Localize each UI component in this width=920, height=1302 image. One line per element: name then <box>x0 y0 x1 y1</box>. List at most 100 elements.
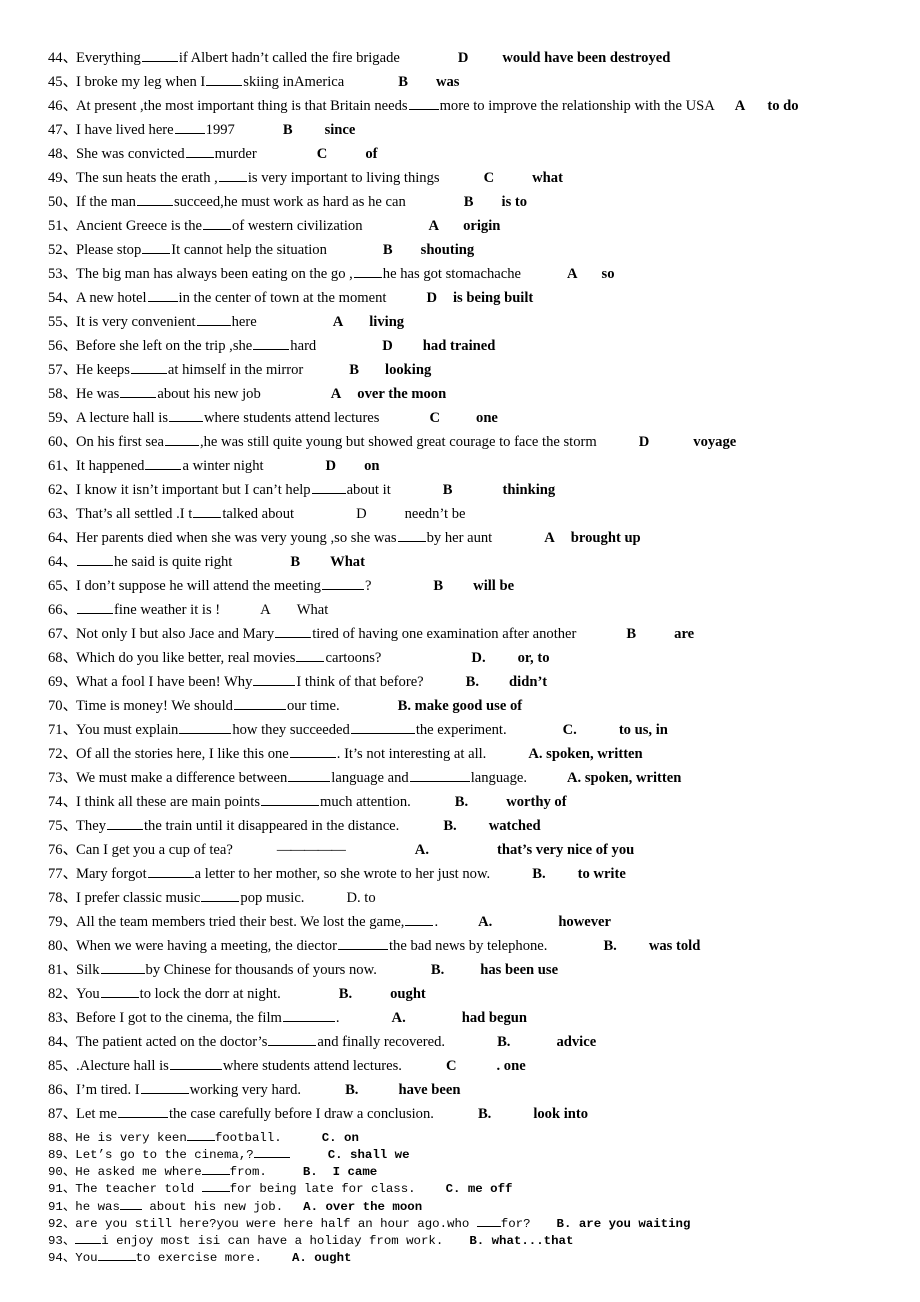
answer-blank <box>147 863 194 878</box>
question-stem-tail: skiing inAmerica <box>243 74 345 90</box>
answer-letter: B. <box>477 1106 492 1122</box>
answer-blank <box>100 983 139 998</box>
answer-blank <box>203 215 232 230</box>
answer-text: A. spoken, written <box>567 770 682 786</box>
answer-blank <box>100 959 145 974</box>
question-row: 71、 You must explain how they succeeded t… <box>48 718 914 742</box>
answer-letter: C. <box>445 1182 461 1197</box>
answer-letter: C. <box>562 722 577 738</box>
question-stem: It is very convenient <box>76 314 196 330</box>
question-stem: We must make a difference between <box>76 770 288 786</box>
mono-question-list: 88、 He is very keen football. C. on 89、 Let’s… <box>48 1129 914 1266</box>
question-number: 85、 <box>48 1058 78 1074</box>
question-stem-tail: murder <box>214 146 257 162</box>
answer-letter: A. <box>291 1250 307 1265</box>
answer-blank <box>77 551 113 566</box>
answer-blank <box>97 1249 136 1261</box>
question-stem-tail: by her aunt <box>426 530 493 546</box>
question-number: 90、 <box>48 1165 76 1180</box>
question-row: 83、 Before I got to the cinema, the film … <box>48 1006 914 1030</box>
answer-letter: C <box>483 170 495 186</box>
answer-blank <box>296 647 325 662</box>
answer-blank <box>353 263 382 278</box>
answer-blank <box>337 935 388 950</box>
question-row: 73、 We must make a difference between lan… <box>48 766 914 790</box>
question-number: 62、 <box>48 482 78 498</box>
answer-blank <box>117 1103 168 1118</box>
question-stem: Ancient Greece is the <box>76 218 203 234</box>
answer-letter: B. <box>430 962 445 978</box>
answer-text: had begun <box>461 1010 528 1026</box>
question-row: 45、 I broke my leg when I skiing inAmerica… <box>48 70 914 94</box>
question-row: 75、 They the train until it disappeared i… <box>48 814 914 838</box>
answer-blank <box>268 1031 317 1046</box>
question-number: 64、 <box>48 554 78 570</box>
question-stem-tail: here <box>231 314 257 330</box>
serif-question-list: 44、 Everything if Albert hadn’t called th… <box>48 46 914 1126</box>
question-stem: I think all these are main points <box>76 794 260 810</box>
question-row: 68、 Which do you like better, real movies… <box>48 646 914 670</box>
answer-letter: B <box>433 578 444 594</box>
dash-run: ————— <box>276 842 346 858</box>
answer-letter: C <box>445 1058 457 1074</box>
question-number: 50、 <box>48 194 78 210</box>
question-number: 64、 <box>48 530 78 546</box>
question-number: 72、 <box>48 746 78 762</box>
question-row-mono: 91、 The teacher told for being late for c… <box>48 1180 914 1197</box>
question-row: 76、 Can I get you a cup of tea? ————— A. tha… <box>48 838 914 862</box>
answer-blank-second <box>350 719 415 734</box>
answer-text: didn’t <box>509 674 548 690</box>
question-stem-tail: hard <box>290 338 317 354</box>
answer-text: What <box>296 602 329 618</box>
answer-text: to us, in <box>618 722 668 738</box>
question-stem-tail: language and <box>331 770 409 786</box>
question-row: 82、 You to lock the dorr at night. B. ought <box>48 982 914 1006</box>
question-stem-tail: 1997 <box>205 122 235 138</box>
question-number: 73、 <box>48 770 78 786</box>
question-stem: I’m tired. I <box>76 1082 140 1098</box>
answer-blank <box>169 1055 222 1070</box>
question-stem-tail: the train until it disappeared in the di… <box>144 818 400 834</box>
question-stem-tail: ,he was still quite young but showed gre… <box>199 434 597 450</box>
answer-blank <box>321 575 364 590</box>
question-stem: She was convicted <box>76 146 185 162</box>
question-number: 67、 <box>48 626 78 642</box>
answer-text: brought up <box>570 530 641 546</box>
question-number: 54、 <box>48 290 78 306</box>
question-number: 75、 <box>48 818 78 834</box>
question-stem: .Alecture hall is <box>76 1058 169 1074</box>
question-stem: I broke my leg when I <box>76 74 206 90</box>
question-stem-tail: tired of having one examination after an… <box>312 626 577 642</box>
question-stem-tail: from. <box>229 1165 267 1180</box>
question-number: 69、 <box>48 674 78 690</box>
question-number: 89、 <box>48 1148 76 1163</box>
question-stem: The patient acted on the doctor’s <box>76 1034 268 1050</box>
answer-blank <box>136 191 173 206</box>
answer-text: over the moon <box>357 386 447 402</box>
answer-text: are you waiting <box>571 1216 691 1231</box>
question-stem-tail: cartoons? <box>325 650 382 666</box>
question-stem-tail: . It’s not interesting at all. <box>336 746 487 762</box>
question-stem-tail: the case carefully before I draw a concl… <box>168 1106 434 1122</box>
question-stem: They <box>76 818 106 834</box>
question-stem-tail: about it <box>346 482 391 498</box>
question-number: 60、 <box>48 434 78 450</box>
answer-text: is being built <box>452 290 534 306</box>
answer-blank <box>289 743 336 758</box>
answer-blank <box>169 407 203 422</box>
answer-text: have been <box>398 1082 461 1098</box>
answer-letter: B. <box>302 1165 318 1180</box>
question-row: 84、 The patient acted on the doctor’s and… <box>48 1030 914 1054</box>
question-stem: Mary forgot <box>76 866 147 882</box>
question-stem-tail: at himself in the mirror <box>167 362 304 378</box>
question-stem: When we were having a meeting, the diect… <box>76 938 337 954</box>
question-row: 60、 On his first sea ,he was still quite … <box>48 430 914 454</box>
answer-text: shouting <box>420 242 475 258</box>
question-stem-tail: talked about <box>222 506 295 522</box>
answer-text: since <box>324 122 356 138</box>
question-stem: he was <box>75 1199 120 1214</box>
question-row: 85、 .Alecture hall is where students atte… <box>48 1054 914 1078</box>
question-number: 93、 <box>48 1233 76 1248</box>
answer-letter: C <box>316 146 328 162</box>
question-stem-tail2: language. <box>470 770 528 786</box>
